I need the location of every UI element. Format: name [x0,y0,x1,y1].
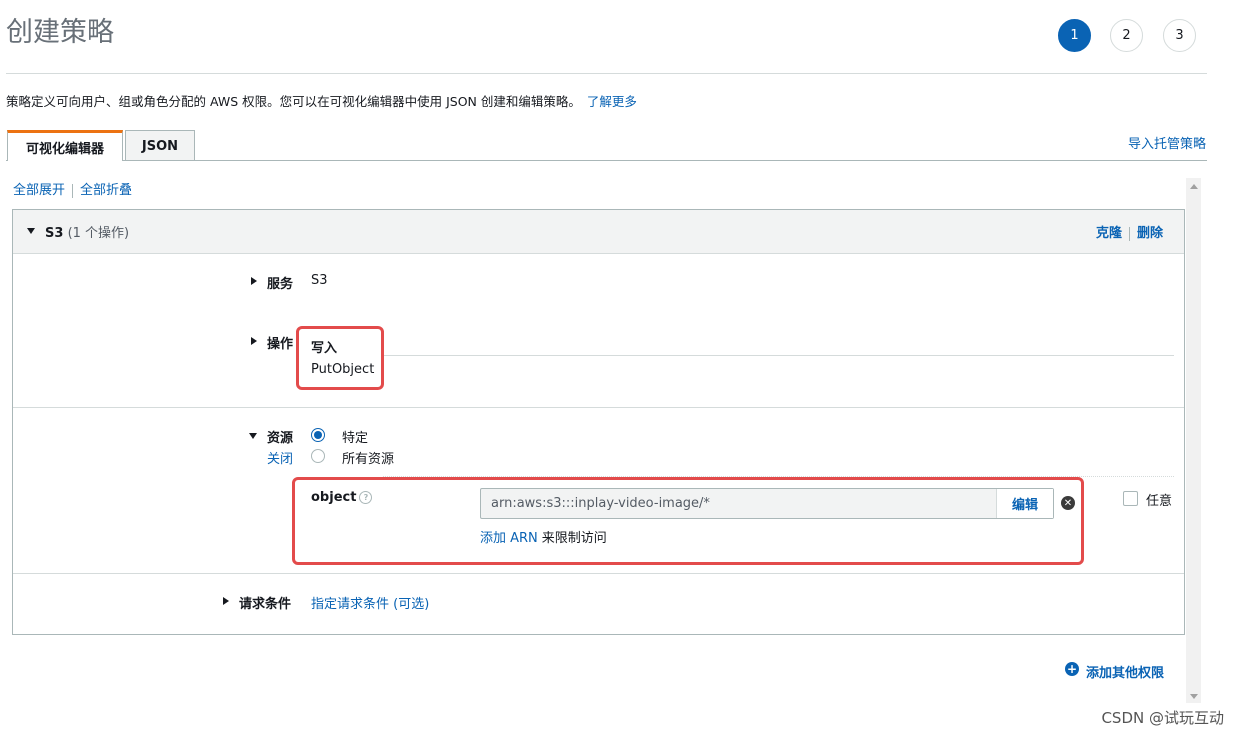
collapse-all-link[interactable]: 全部折叠 [80,183,132,198]
any-object-checkbox[interactable] [1123,491,1138,506]
actions-label[interactable]: 操作 [267,333,293,352]
actions-expand-caret-icon[interactable] [251,337,257,345]
section-divider-2 [13,573,1184,574]
actions-highlight-box [296,326,384,390]
panel-title: S3 (1 个操作) [45,222,129,241]
add-other-permissions-link[interactable]: 添加其他权限 [1086,662,1164,681]
resources-close-link[interactable]: 关闭 [267,448,293,467]
step-1[interactable]: 1 [1058,19,1091,52]
learn-more-link[interactable]: 了解更多 [587,94,637,109]
csdn-watermark: CSDN @试玩互动 [1101,709,1224,727]
collapse-caret-icon[interactable] [27,228,35,234]
toolbar-separator [72,183,74,198]
service-value: S3 [311,273,328,288]
tabs-divider [6,160,1207,161]
radio-all-resources[interactable] [311,449,325,463]
header-divider [6,73,1207,74]
radio-all-resources-label[interactable]: 所有资源 [342,448,394,467]
clone-link[interactable]: 克隆 [1096,226,1122,241]
add-permissions-plus-icon[interactable]: + [1065,662,1079,676]
radio-specific-label[interactable]: 特定 [342,427,368,446]
actions-divider [383,355,1174,356]
panel-action-count: (1 个操作) [67,226,130,241]
expand-all-link[interactable]: 全部展开 [13,183,65,198]
header-actions-separator [1129,226,1131,241]
import-managed-policy-link[interactable]: 导入托管策略 [1128,133,1206,152]
expand-collapse-toolbar: 全部展开 全部折叠 [13,179,132,198]
tab-json[interactable]: JSON [125,130,195,161]
page-title: 创建策略 [6,17,114,48]
panel-header[interactable] [13,210,1184,254]
scroll-down-arrow-icon[interactable] [1190,694,1198,699]
panel-service-name: S3 [45,226,64,241]
page-description: 策略定义可向用户、组或角色分配的 AWS 权限。您可以在可视化编辑器中使用 JS… [6,91,637,110]
step-2[interactable]: 2 [1110,19,1143,52]
step-3[interactable]: 3 [1163,19,1196,52]
any-object-label[interactable]: 任意 [1146,490,1172,509]
specify-conditions-link[interactable]: 指定请求条件 (可选) [311,593,429,612]
radio-specific[interactable] [311,428,325,442]
service-label[interactable]: 服务 [267,273,293,292]
delete-link[interactable]: 删除 [1137,226,1163,241]
s3-permission-panel [12,209,1185,635]
service-expand-caret-icon[interactable] [251,277,257,285]
scrollbar[interactable] [1186,178,1201,703]
panel-header-actions: 克隆 删除 [1096,222,1163,241]
conditions-label[interactable]: 请求条件 [239,593,291,612]
section-divider-1 [13,407,1184,408]
resources-collapse-caret-icon[interactable] [249,433,257,439]
description-text: 策略定义可向用户、组或角色分配的 AWS 权限。您可以在可视化编辑器中使用 JS… [6,94,581,109]
tab-visual-editor[interactable]: 可视化编辑器 [7,130,123,161]
resources-label[interactable]: 资源 [267,427,293,446]
resource-highlight-box [292,477,1084,565]
conditions-expand-caret-icon[interactable] [223,597,229,605]
scroll-up-arrow-icon[interactable] [1190,184,1198,189]
